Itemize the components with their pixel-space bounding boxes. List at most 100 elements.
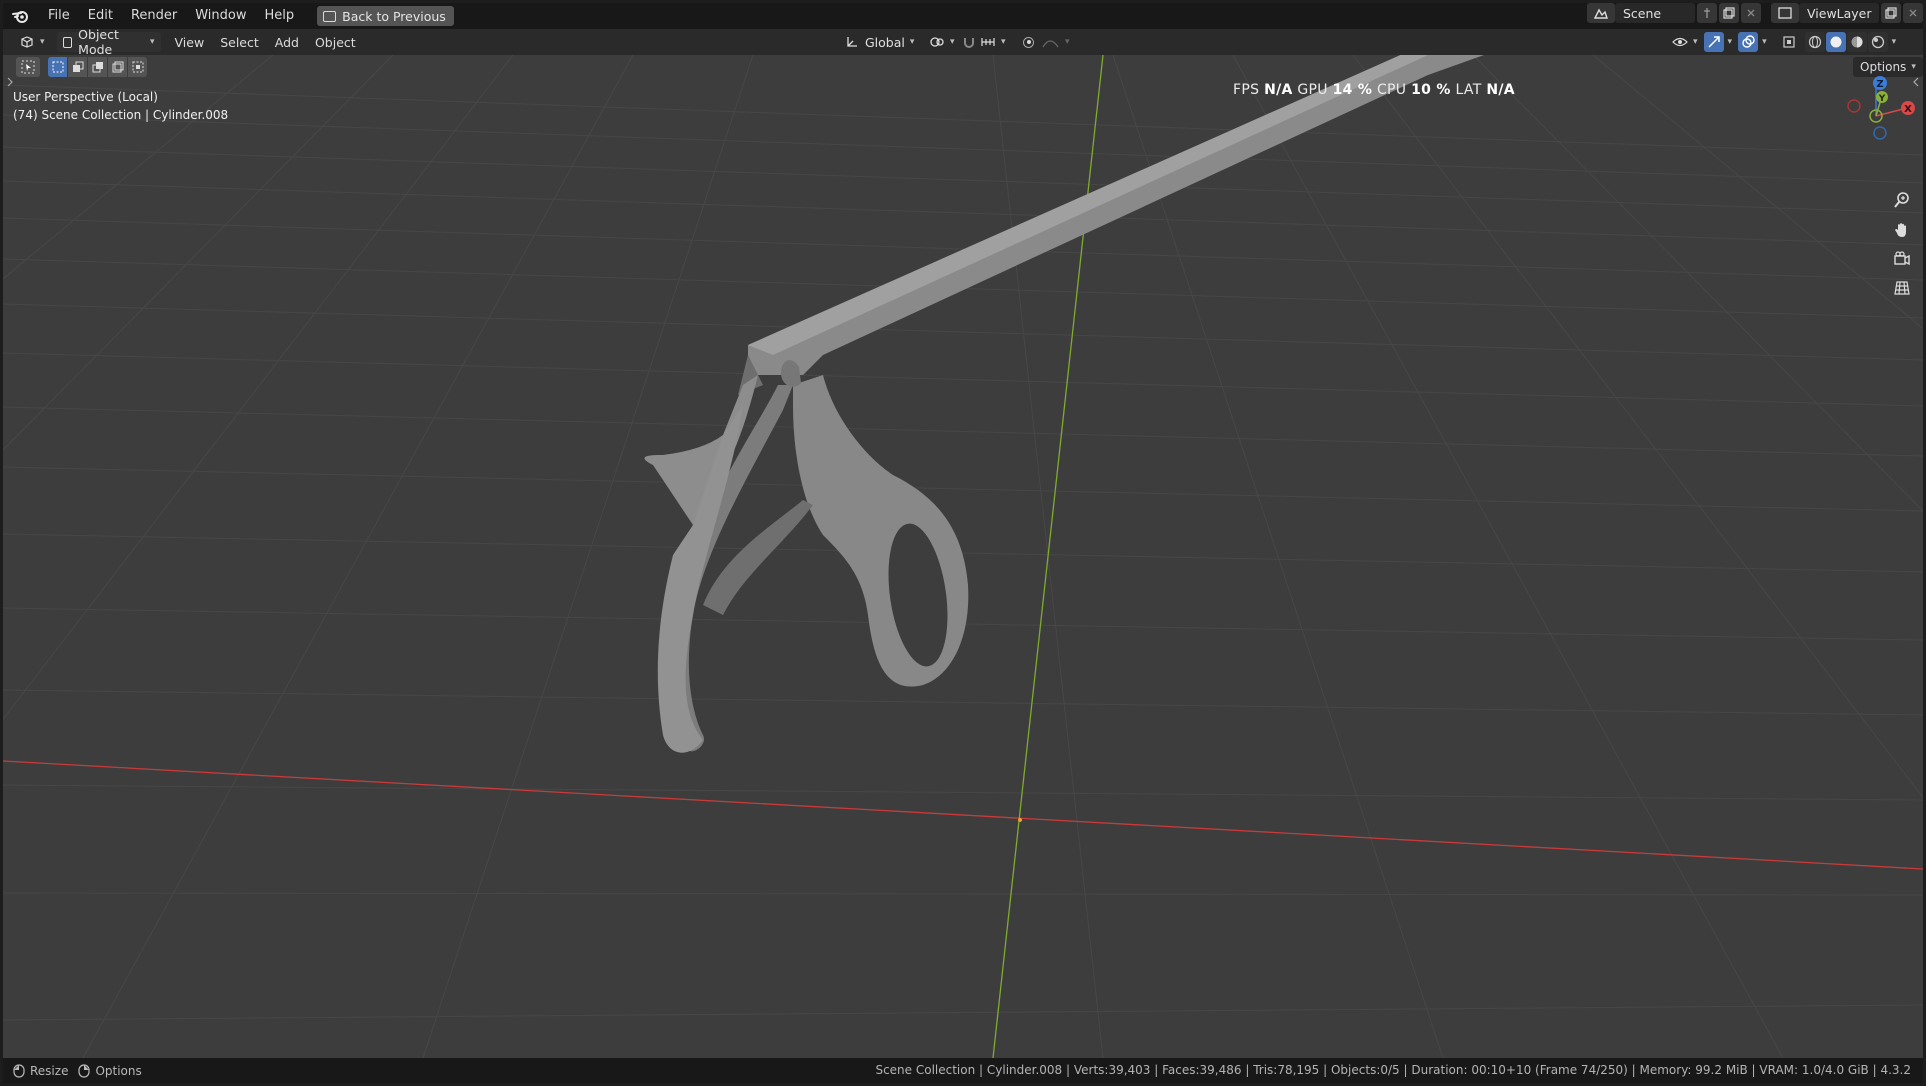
toggle-projection-button[interactable] bbox=[1889, 275, 1915, 301]
collection-label: (74) Scene Collection | Cylinder.008 bbox=[13, 108, 229, 122]
overlays-dropdown-caret[interactable]: ▾ bbox=[1762, 37, 1767, 47]
delete-scene-icon[interactable] bbox=[1741, 3, 1761, 23]
proportional-edit-controls[interactable]: ▾ bbox=[1017, 32, 1076, 52]
pin-icon[interactable] bbox=[1697, 3, 1717, 23]
select-subtract-button[interactable] bbox=[88, 57, 107, 77]
editor-3d-icon bbox=[21, 36, 33, 48]
shading-dropdown-caret[interactable]: ▾ bbox=[1892, 37, 1897, 47]
3d-viewport[interactable]: User Perspective (Local) (74) Scene Coll… bbox=[3, 55, 1923, 1058]
select-extend-button[interactable] bbox=[68, 57, 87, 77]
object-mode-icon bbox=[62, 36, 73, 48]
z-axis-label: Z bbox=[1876, 79, 1883, 90]
status-options-hint: Options bbox=[78, 1063, 142, 1078]
viewport-info: User Perspective (Local) (74) Scene Coll… bbox=[13, 88, 228, 124]
orientation-label: Global bbox=[865, 34, 905, 50]
scene-name: Scene bbox=[1623, 5, 1662, 21]
neg-z-axis-handle bbox=[1873, 126, 1887, 140]
toolbar-expand-arrow-icon[interactable] bbox=[7, 77, 13, 87]
lat-value: N/A bbox=[1486, 82, 1515, 98]
scene-type-icon[interactable] bbox=[1587, 3, 1615, 23]
zoom-button[interactable] bbox=[1889, 187, 1915, 213]
shading-rendered[interactable] bbox=[1867, 32, 1888, 52]
falloff-curve-icon bbox=[1042, 40, 1059, 48]
mouse-left-icon bbox=[13, 1063, 25, 1078]
transform-orientation-icon bbox=[847, 37, 857, 47]
navigation-gizmo[interactable]: Z Y X bbox=[1823, 73, 1919, 145]
neg-x-axis-handle bbox=[1847, 99, 1861, 113]
menu-help[interactable]: Help bbox=[256, 3, 304, 29]
snap-increment-icon bbox=[981, 38, 995, 46]
gizmo-icon bbox=[1708, 36, 1720, 48]
proportional-edit-icon bbox=[1023, 36, 1034, 48]
new-view-layer-icon[interactable] bbox=[1881, 3, 1901, 23]
active-tool-button[interactable] bbox=[16, 57, 40, 77]
select-new-button[interactable] bbox=[48, 57, 67, 77]
pan-button[interactable] bbox=[1889, 217, 1915, 243]
view-layer-field[interactable]: ViewLayer bbox=[1799, 3, 1879, 23]
select-intersect-button[interactable] bbox=[128, 57, 147, 77]
fps-value: N/A bbox=[1264, 82, 1293, 98]
camera-view-button[interactable] bbox=[1889, 246, 1915, 272]
shading-solid[interactable] bbox=[1825, 32, 1846, 52]
viewport-header: ▾ Object Mode ▾ View Select Add Object G… bbox=[3, 27, 1923, 57]
rendered-sphere-icon bbox=[1871, 35, 1884, 49]
hand-pan-icon bbox=[1895, 223, 1906, 237]
lat-label: LAT bbox=[1455, 82, 1482, 98]
fps-label: FPS bbox=[1233, 82, 1260, 98]
select-invert-icon bbox=[112, 61, 123, 73]
menu-render[interactable]: Render bbox=[122, 3, 186, 29]
header-menu-select[interactable]: Select bbox=[212, 35, 267, 50]
xray-icon bbox=[1782, 36, 1795, 48]
snap-magnet-icon bbox=[964, 38, 974, 48]
viewport-shading-controls: ▾ ▾ ▾ ▾ bbox=[1666, 32, 1896, 52]
material-sphere-icon bbox=[1851, 36, 1863, 48]
delete-view-layer-icon[interactable] bbox=[1903, 3, 1923, 23]
shading-wireframe[interactable] bbox=[1804, 32, 1825, 52]
visibility-dropdown[interactable]: ▾ bbox=[1666, 32, 1704, 52]
orientation-dropdown[interactable]: Global ▾ bbox=[839, 32, 921, 52]
y-axis-label: Y bbox=[1878, 94, 1886, 104]
back-to-previous-button[interactable]: Back to Previous bbox=[317, 6, 454, 26]
instrument-model bbox=[644, 55, 1484, 753]
show-overlays-toggle[interactable] bbox=[1738, 32, 1759, 52]
blender-logo-icon[interactable] bbox=[3, 8, 39, 24]
view-layer-type-icon[interactable] bbox=[1771, 3, 1799, 23]
zoom-magnifier-icon bbox=[1894, 192, 1909, 208]
editor-type-dropdown[interactable]: ▾ bbox=[13, 32, 51, 52]
cpu-value: 10 % bbox=[1411, 82, 1451, 98]
header-menu-object[interactable]: Object bbox=[307, 35, 364, 50]
options-label: Options bbox=[1860, 60, 1907, 74]
select-new-icon bbox=[52, 61, 63, 73]
cpu-label: CPU bbox=[1376, 82, 1407, 98]
shading-material[interactable] bbox=[1846, 32, 1867, 52]
select-invert-button[interactable] bbox=[108, 57, 127, 77]
menu-edit[interactable]: Edit bbox=[79, 3, 122, 29]
header-menu-view[interactable]: View bbox=[167, 35, 213, 50]
xray-toggle[interactable] bbox=[1778, 32, 1799, 52]
gpu-value: 14 % bbox=[1332, 82, 1373, 98]
pivot-point-icon bbox=[930, 37, 944, 47]
gizmo-dropdown-caret[interactable]: ▾ bbox=[1728, 37, 1733, 47]
mouse-right-icon bbox=[78, 1063, 91, 1078]
x-axis-label: X bbox=[1904, 104, 1912, 115]
options-hint-label: Options bbox=[95, 1063, 142, 1078]
viewport-grid bbox=[3, 55, 1923, 1058]
scene-name-field[interactable]: Scene bbox=[1615, 3, 1695, 23]
sidebar-expand-arrow-icon[interactable] bbox=[1913, 77, 1919, 87]
back-screen-icon bbox=[323, 10, 337, 22]
scene-statistics: Scene Collection | Cylinder.008 | Verts:… bbox=[875, 1063, 1911, 1077]
snap-controls[interactable]: ▾ bbox=[956, 32, 1012, 52]
view-layer-name: ViewLayer bbox=[1807, 5, 1872, 21]
performance-overlay: FPS N/A GPU 14 % CPU 10 % LAT N/A bbox=[1233, 82, 1515, 98]
new-scene-icon[interactable] bbox=[1719, 3, 1739, 23]
show-gizmo-toggle[interactable] bbox=[1703, 32, 1724, 52]
menu-window[interactable]: Window bbox=[186, 3, 255, 29]
scene-selector: Scene ViewLayer bbox=[1585, 3, 1923, 23]
pivot-dropdown[interactable]: ▾ bbox=[923, 32, 961, 52]
menu-file[interactable]: File bbox=[39, 3, 79, 29]
select-subtract-icon bbox=[92, 62, 103, 73]
mode-label: Object Mode bbox=[78, 27, 119, 57]
back-to-previous-label: Back to Previous bbox=[342, 8, 446, 24]
mode-dropdown[interactable]: Object Mode ▾ bbox=[56, 27, 161, 57]
header-menu-add[interactable]: Add bbox=[267, 35, 307, 50]
